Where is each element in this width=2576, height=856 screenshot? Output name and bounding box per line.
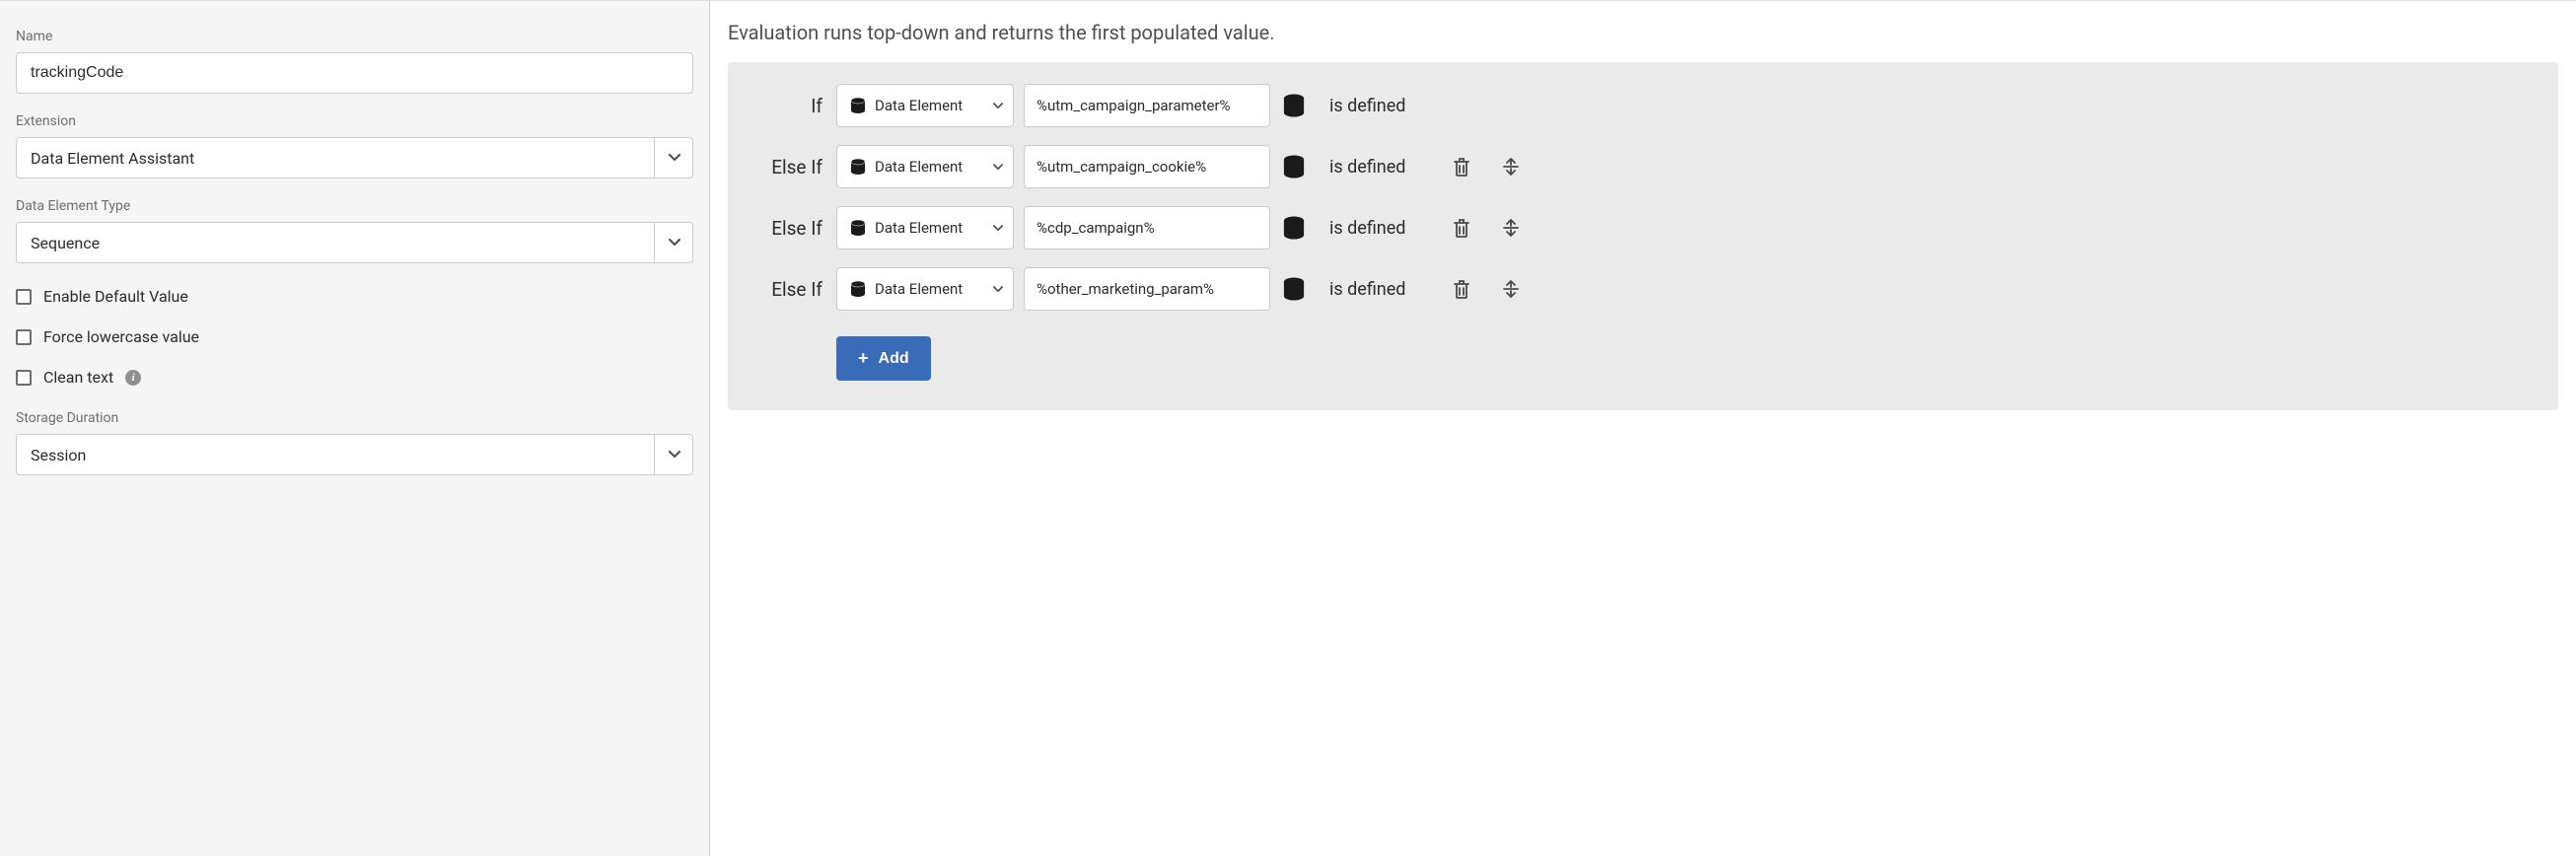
database-icon xyxy=(849,97,867,114)
database-icon xyxy=(849,219,867,237)
add-button[interactable]: + Add xyxy=(836,336,931,381)
rule-source-select[interactable]: Data Element xyxy=(836,84,1014,127)
rule-source-label: Data Element xyxy=(875,97,985,114)
database-picker-icon[interactable] xyxy=(1280,214,1308,242)
chevron-down-icon xyxy=(993,164,1003,171)
clean-text-checkbox[interactable] xyxy=(16,370,32,386)
rule-source-label: Data Element xyxy=(875,280,985,298)
rule-condition: is defined xyxy=(1329,96,1438,116)
database-picker-icon[interactable] xyxy=(1280,275,1308,303)
rule-condition: is defined xyxy=(1329,157,1438,178)
reorder-rule-handle[interactable] xyxy=(1497,275,1525,303)
rule-source-select[interactable]: Data Element xyxy=(836,206,1014,250)
evaluation-heading: Evaluation runs top-down and returns the… xyxy=(728,21,2558,44)
extension-value: Data Element Assistant xyxy=(31,149,194,168)
storage-value: Session xyxy=(31,446,86,464)
right-panel: Evaluation runs top-down and returns the… xyxy=(710,0,2576,856)
rule-value-input[interactable]: %other_marketing_param% xyxy=(1024,267,1270,311)
left-panel: Name Extension Data Element Assistant Da… xyxy=(0,0,710,856)
rule-value-input[interactable]: %utm_campaign_parameter% xyxy=(1024,84,1270,127)
rules-container: If Data Element %utm_campaign_parameter%… xyxy=(728,62,2558,410)
type-label: Data Element Type xyxy=(16,198,693,214)
database-icon xyxy=(849,158,867,176)
chevron-down-icon xyxy=(993,103,1003,109)
rule-keyword: Else If xyxy=(757,156,826,178)
rule-source-label: Data Element xyxy=(875,158,985,176)
plus-icon: + xyxy=(858,348,869,369)
force-lowercase-label: Force lowercase value xyxy=(43,327,199,346)
name-field-group: Name xyxy=(16,29,693,94)
checkbox-group: Enable Default Value Force lowercase val… xyxy=(16,283,693,391)
rule-keyword: Else If xyxy=(757,217,826,240)
extension-label: Extension xyxy=(16,113,693,129)
reorder-rule-handle[interactable] xyxy=(1497,153,1525,180)
rule-condition: is defined xyxy=(1329,218,1438,239)
enable-default-checkbox[interactable] xyxy=(16,289,32,305)
rule-value-input[interactable]: %utm_campaign_cookie% xyxy=(1024,145,1270,188)
rule-row: Else If Data Element %other_marketing_pa… xyxy=(757,267,2529,311)
database-picker-icon[interactable] xyxy=(1280,92,1308,119)
force-lowercase-checkbox[interactable] xyxy=(16,329,32,345)
extension-field-group: Extension Data Element Assistant xyxy=(16,113,693,178)
delete-rule-button[interactable] xyxy=(1448,275,1475,303)
database-icon xyxy=(849,280,867,298)
rule-source-select[interactable]: Data Element xyxy=(836,145,1014,188)
enable-default-label: Enable Default Value xyxy=(43,287,188,306)
force-lowercase-row[interactable]: Force lowercase value xyxy=(16,323,693,350)
rule-source-label: Data Element xyxy=(875,219,985,237)
clean-text-label: Clean text xyxy=(43,368,113,387)
reorder-rule-handle[interactable] xyxy=(1497,214,1525,242)
name-input[interactable] xyxy=(16,52,693,94)
rule-row: If Data Element %utm_campaign_parameter%… xyxy=(757,84,2529,127)
rule-keyword: Else If xyxy=(757,278,826,301)
rule-source-select[interactable]: Data Element xyxy=(836,267,1014,311)
clean-text-row[interactable]: Clean text i xyxy=(16,364,693,391)
delete-rule-button[interactable] xyxy=(1448,214,1475,242)
rule-keyword: If xyxy=(757,95,826,117)
info-icon[interactable]: i xyxy=(125,370,141,386)
chevron-down-icon xyxy=(993,225,1003,232)
chevron-down-icon xyxy=(993,286,1003,293)
rule-row: Else If Data Element %utm_campaign_cooki… xyxy=(757,145,2529,188)
name-label: Name xyxy=(16,29,693,44)
database-picker-icon[interactable] xyxy=(1280,153,1308,180)
storage-label: Storage Duration xyxy=(16,410,693,426)
type-field-group: Data Element Type Sequence xyxy=(16,198,693,263)
storage-select[interactable]: Session xyxy=(16,434,693,475)
extension-select[interactable]: Data Element Assistant xyxy=(16,137,693,178)
delete-rule-button[interactable] xyxy=(1448,153,1475,180)
storage-field-group: Storage Duration Session xyxy=(16,410,693,475)
rule-row: Else If Data Element %cdp_campaign% is d… xyxy=(757,206,2529,250)
rule-value-input[interactable]: %cdp_campaign% xyxy=(1024,206,1270,250)
rule-condition: is defined xyxy=(1329,279,1438,300)
type-value: Sequence xyxy=(31,234,100,252)
type-select[interactable]: Sequence xyxy=(16,222,693,263)
add-label: Add xyxy=(879,350,909,368)
enable-default-row[interactable]: Enable Default Value xyxy=(16,283,693,310)
